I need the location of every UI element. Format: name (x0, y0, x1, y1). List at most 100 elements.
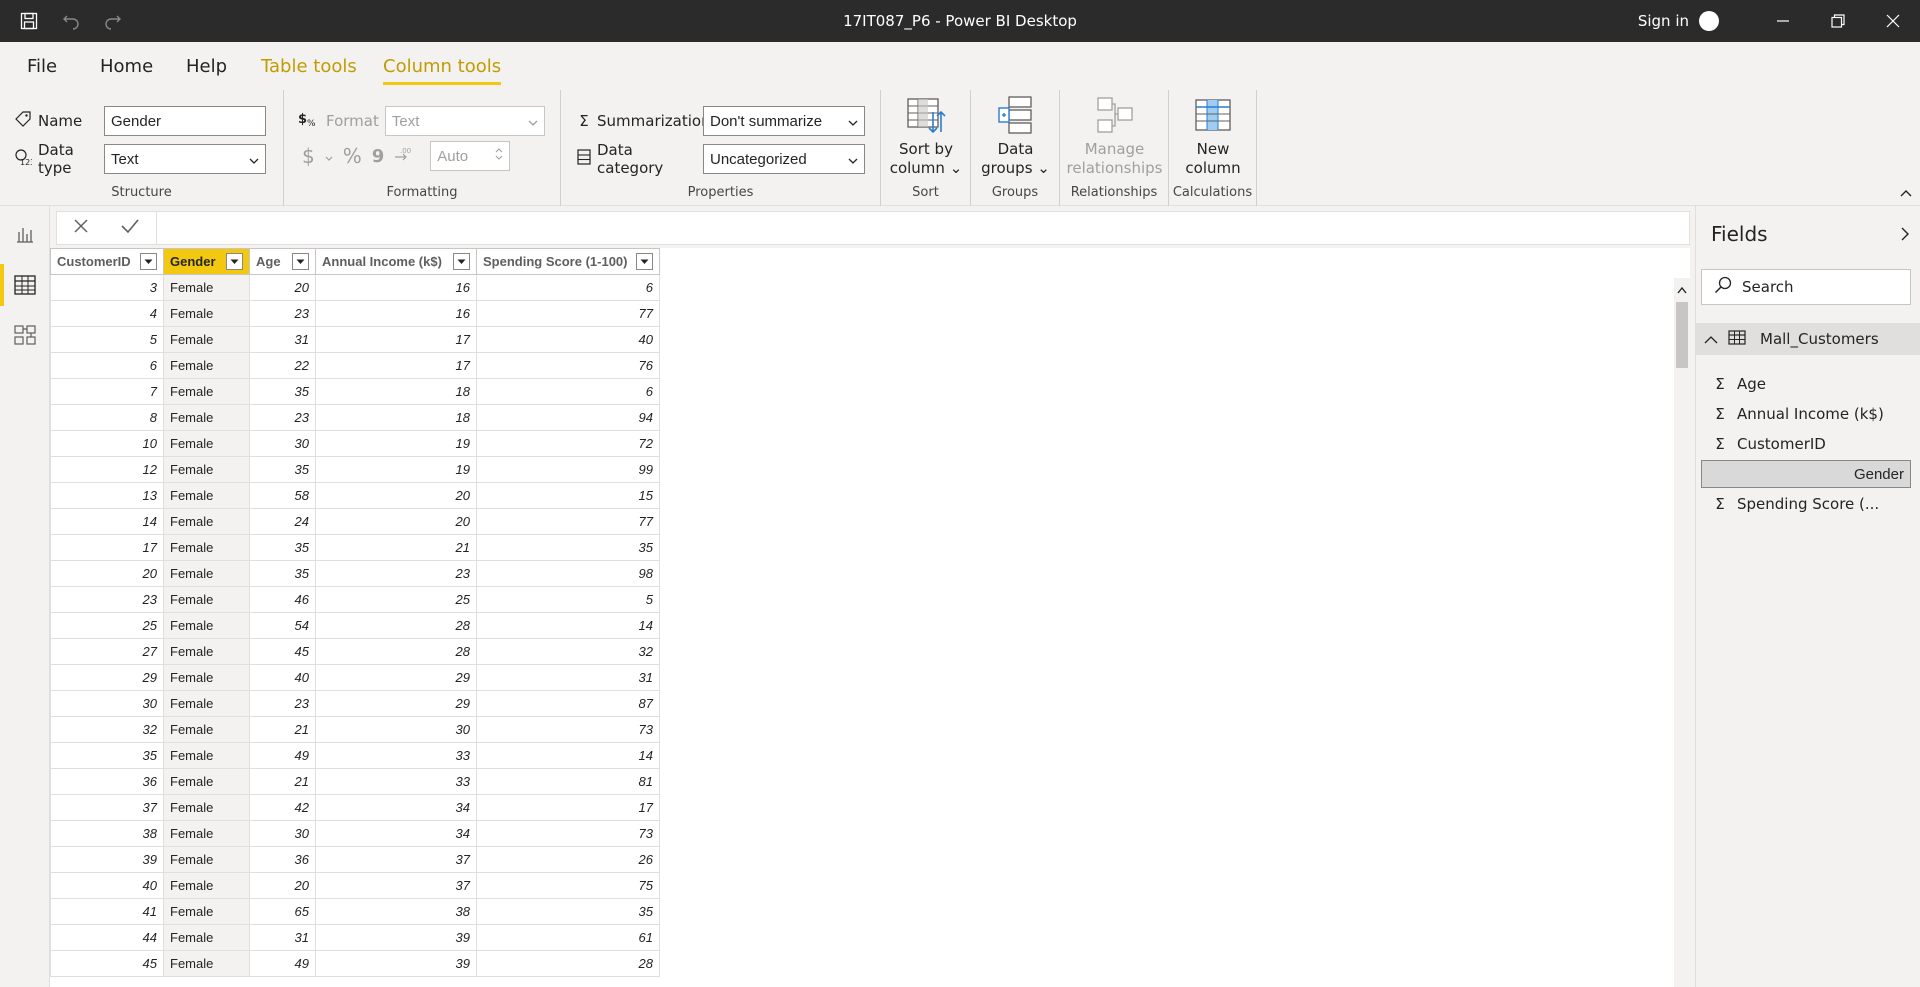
table-cell[interactable]: 36 (249, 846, 316, 873)
collapse-pane-icon[interactable] (1900, 226, 1910, 246)
table-cell[interactable]: 99 (476, 456, 660, 483)
table-cell[interactable]: 20 (249, 274, 316, 301)
table-cell[interactable]: 73 (476, 716, 660, 743)
table-cell[interactable]: Female (163, 742, 250, 769)
table-cell[interactable]: 77 (476, 508, 660, 535)
table-cell[interactable]: 29 (315, 664, 477, 691)
table-cell[interactable]: 87 (476, 690, 660, 717)
table-cell[interactable]: 20 (50, 560, 164, 587)
table-cell[interactable]: 25 (315, 586, 477, 613)
table-cell[interactable]: Female (163, 768, 250, 795)
table-cell[interactable]: 35 (249, 534, 316, 561)
restore-button[interactable] (1810, 0, 1865, 42)
table-cell[interactable]: 29 (315, 690, 477, 717)
table-cell[interactable]: 30 (249, 430, 316, 457)
table-cell[interactable]: 27 (50, 638, 164, 665)
table-cell[interactable]: 12 (50, 456, 164, 483)
table-cell[interactable]: 39 (315, 950, 477, 977)
table-cell[interactable]: 14 (476, 742, 660, 769)
table-cell[interactable]: 77 (476, 300, 660, 327)
filter-dropdown-icon[interactable] (453, 253, 470, 270)
table-cell[interactable]: 17 (315, 352, 477, 379)
table-cell[interactable]: 35 (249, 456, 316, 483)
table-cell[interactable]: 21 (249, 716, 316, 743)
table-cell[interactable]: 6 (476, 378, 660, 405)
table-cell[interactable]: Female (163, 378, 250, 405)
table-cell[interactable]: Female (163, 716, 250, 743)
formula-bar[interactable] (56, 211, 1690, 245)
decimal-places-icon[interactable]: .00 (394, 146, 414, 166)
new-column-button[interactable]: New column (1169, 94, 1257, 178)
table-cell[interactable]: 72 (476, 430, 660, 457)
data-groups-button[interactable]: Data groups ⌄ (971, 94, 1060, 178)
table-cell[interactable]: 35 (249, 560, 316, 587)
table-cell[interactable]: 49 (249, 742, 316, 769)
table-cell[interactable]: 18 (315, 404, 477, 431)
table-cell[interactable]: Female (163, 820, 250, 847)
decimal-places-stepper[interactable]: Auto (430, 141, 511, 171)
scroll-up-icon[interactable] (1677, 282, 1687, 298)
table-cell[interactable]: 30 (50, 690, 164, 717)
tab-column-tools[interactable]: Column tools (383, 56, 502, 85)
table-cell[interactable]: 39 (315, 924, 477, 951)
table-cell[interactable]: 49 (249, 950, 316, 977)
table-cell[interactable]: 3 (50, 274, 164, 301)
percent-button[interactable]: % (343, 144, 362, 168)
vertical-scrollbar[interactable] (1674, 278, 1690, 987)
table-cell[interactable]: 33 (315, 768, 477, 795)
table-cell[interactable]: 29 (50, 664, 164, 691)
data-category-select[interactable]: Uncategorized (703, 144, 865, 174)
table-cell[interactable]: Female (163, 560, 250, 587)
table-cell[interactable]: 61 (476, 924, 660, 951)
table-cell[interactable]: Female (163, 326, 250, 353)
table-cell[interactable]: 38 (50, 820, 164, 847)
table-cell[interactable]: 81 (476, 768, 660, 795)
table-cell[interactable]: 35 (50, 742, 164, 769)
filter-dropdown-icon[interactable] (140, 253, 157, 270)
table-cell[interactable]: Female (163, 534, 250, 561)
table-cell[interactable]: 35 (476, 898, 660, 925)
table-cell[interactable]: 44 (50, 924, 164, 951)
table-cell[interactable]: 28 (315, 638, 477, 665)
table-cell[interactable]: 40 (249, 664, 316, 691)
table-cell[interactable]: 17 (315, 326, 477, 353)
table-cell[interactable]: Female (163, 898, 250, 925)
field-item[interactable]: Gender (1701, 460, 1911, 488)
table-cell[interactable]: Female (163, 612, 250, 639)
table-cell[interactable]: 6 (50, 352, 164, 379)
table-cell[interactable]: 40 (476, 326, 660, 353)
table-cell[interactable]: Female (163, 456, 250, 483)
scrollbar-thumb[interactable] (1676, 302, 1688, 368)
tab-help[interactable]: Help (186, 56, 227, 77)
table-cell[interactable]: Female (163, 846, 250, 873)
table-cell[interactable]: Female (163, 430, 250, 457)
collapse-ribbon-icon[interactable] (1900, 185, 1912, 201)
data-type-select[interactable]: Text (104, 144, 266, 174)
table-cell[interactable]: 65 (249, 898, 316, 925)
table-cell[interactable]: 41 (50, 898, 164, 925)
table-cell[interactable]: 37 (315, 872, 477, 899)
avatar[interactable] (1699, 11, 1719, 31)
table-cell[interactable]: 98 (476, 560, 660, 587)
table-cell[interactable]: 5 (50, 326, 164, 353)
table-cell[interactable]: 42 (249, 794, 316, 821)
table-cell[interactable]: 38 (315, 898, 477, 925)
table-cell[interactable]: 73 (476, 820, 660, 847)
field-item[interactable]: Σ Spending Score (... (1701, 490, 1911, 518)
report-view-button[interactable] (0, 212, 50, 258)
table-cell[interactable]: 31 (476, 664, 660, 691)
table-cell[interactable]: 23 (249, 300, 316, 327)
table-cell[interactable]: 30 (315, 716, 477, 743)
table-cell[interactable]: Female (163, 950, 250, 977)
fields-search[interactable]: Search (1701, 269, 1911, 305)
table-cell[interactable]: Female (163, 508, 250, 535)
table-cell[interactable]: 20 (315, 482, 477, 509)
table-cell[interactable]: 39 (50, 846, 164, 873)
table-cell[interactable]: Female (163, 872, 250, 899)
table-cell[interactable]: 18 (315, 378, 477, 405)
table-cell[interactable]: Female (163, 404, 250, 431)
table-cell[interactable]: 23 (315, 560, 477, 587)
table-cell[interactable]: 37 (50, 794, 164, 821)
field-item[interactable]: Σ Annual Income (k$) (1701, 400, 1911, 428)
table-cell[interactable]: 32 (50, 716, 164, 743)
